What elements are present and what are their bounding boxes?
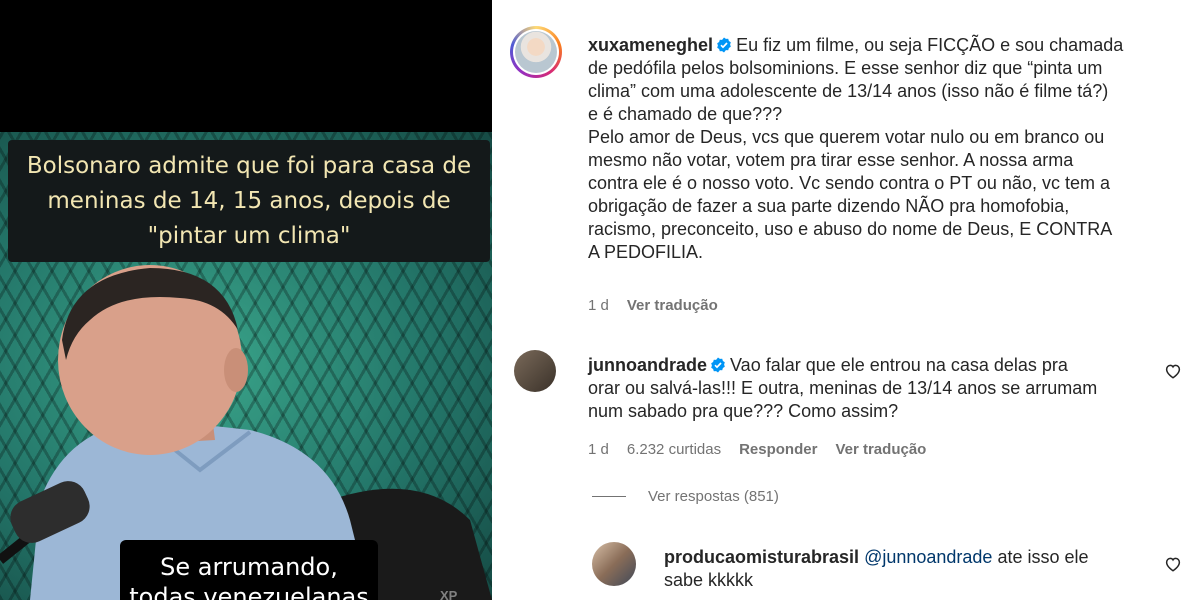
- reply-text: ate isso ele: [992, 547, 1089, 567]
- post-text-line: contra ele é o nosso voto. Vc sendo cont…: [588, 173, 1110, 193]
- post-caption: xuxameneghel Eu fiz um filme, ou seja FIC…: [588, 34, 1188, 264]
- post-text-line: Pelo amor de Deus, vcs que querem votar …: [588, 127, 1105, 147]
- comment-likes[interactable]: 6.232 curtidas: [627, 441, 721, 458]
- comments-panel: xuxameneghel Eu fiz um filme, ou seja FIC…: [492, 0, 1200, 600]
- speaker-figure: [0, 265, 492, 600]
- subtitle-line: Se arrumando,: [160, 553, 338, 581]
- reply-text-line: sabe kkkkk: [664, 570, 754, 590]
- video-caption-box: Bolsonaro admite que foi para casa de me…: [8, 140, 490, 262]
- comment-username[interactable]: junnoandrade: [588, 355, 707, 375]
- post-text-line: obrigação de fazer a sua parte dizendo N…: [588, 196, 1070, 216]
- post-text-line: racismo, preconceito, uso e abuso do nom…: [588, 219, 1113, 239]
- heart-icon[interactable]: [1164, 555, 1182, 573]
- video-watermark: XP: [440, 588, 458, 600]
- reply-author-avatar[interactable]: [592, 542, 636, 586]
- commenter-avatar[interactable]: [514, 350, 556, 392]
- reply-username[interactable]: producaomisturabrasil: [664, 547, 859, 567]
- post-time[interactable]: 1 d: [588, 297, 609, 314]
- post-text-line: e é chamado de que???: [588, 104, 783, 124]
- comment-time[interactable]: 1 d: [588, 441, 609, 458]
- post-author-avatar[interactable]: [510, 26, 562, 78]
- comment-meta: 1 d 6.232 curtidas Responder Ver traduçã…: [588, 441, 944, 458]
- verified-badge-icon: [711, 357, 725, 373]
- comment-text-line: Vao falar que ele entrou na casa delas p…: [730, 355, 1068, 375]
- caption-line: Bolsonaro admite que foi para casa de: [26, 152, 472, 179]
- heart-icon[interactable]: [1164, 362, 1182, 380]
- reply-button[interactable]: Responder: [739, 441, 817, 458]
- replies-divider: [592, 496, 626, 497]
- video-player[interactable]: Bolsonaro admite que foi para casa de me…: [0, 0, 492, 600]
- post-translate-link[interactable]: Ver tradução: [627, 297, 718, 314]
- comment-translate-link[interactable]: Ver tradução: [835, 441, 926, 458]
- view-replies-label: Ver respostas (851): [648, 488, 779, 505]
- view-replies-button[interactable]: Ver respostas (851): [592, 488, 779, 505]
- reply-mention[interactable]: @junnoandrade: [864, 547, 992, 567]
- post-text-line: A PEDOFILIA.: [588, 242, 704, 262]
- caption-line: meninas de 14, 15 anos, depois de: [47, 187, 451, 214]
- video-caption: Bolsonaro admite que foi para casa de me…: [19, 149, 479, 254]
- post-username[interactable]: xuxameneghel: [588, 35, 713, 55]
- post-text-line: clima” com uma adolescente de 13/14 anos…: [588, 81, 1109, 101]
- reply: producaomisturabrasil @junnoandrade ate …: [664, 546, 1164, 592]
- post-text-line: Eu fiz um filme, ou seja FICÇÃO e sou ch…: [736, 35, 1124, 55]
- video-subtitle: Se arrumando, todas venezuelanas: [120, 540, 378, 600]
- subtitle-line: todas venezuelanas: [129, 583, 369, 600]
- comment: junnoandrade Vao falar que ele entrou na …: [588, 354, 1158, 423]
- post-text-line: de pedófila pelos bolsominions. E esse s…: [588, 58, 1103, 78]
- caption-line: "pintar um clima": [147, 222, 351, 249]
- post-meta: 1 d Ver tradução: [588, 297, 736, 314]
- comment-text-line: orar ou salvá-las!!! E outra, meninas de…: [588, 378, 1098, 398]
- post-text-line: mesmo não votar, votem pra tirar esse se…: [588, 150, 1074, 170]
- comment-text-line: num sabado pra que??? Como assim?: [588, 401, 899, 421]
- verified-badge-icon: [717, 37, 731, 53]
